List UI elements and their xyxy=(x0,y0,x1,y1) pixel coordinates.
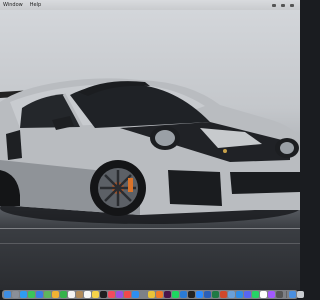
launchpad-icon[interactable] xyxy=(12,291,19,298)
status-icon[interactable] xyxy=(290,3,294,7)
facetime-icon[interactable] xyxy=(60,291,67,298)
menu-status-area xyxy=(272,3,294,7)
trash-icon[interactable] xyxy=(297,291,304,298)
chrome-icon[interactable] xyxy=(148,291,155,298)
word-icon[interactable] xyxy=(204,291,211,298)
powerpoint-icon[interactable] xyxy=(220,291,227,298)
calendar-icon[interactable] xyxy=(68,291,75,298)
finder-icon[interactable] xyxy=(4,291,11,298)
zoom-icon[interactable] xyxy=(196,291,203,298)
menu-bar: Window Help xyxy=(0,0,300,10)
figma-icon[interactable] xyxy=(268,291,275,298)
preview-icon[interactable] xyxy=(228,291,235,298)
mail-icon[interactable] xyxy=(36,291,43,298)
photos-icon[interactable] xyxy=(52,291,59,298)
slack-icon[interactable] xyxy=(164,291,171,298)
status-icon[interactable] xyxy=(272,3,276,7)
discord-icon[interactable] xyxy=(244,291,251,298)
desktop-wallpaper xyxy=(0,10,300,290)
dock-separator xyxy=(286,291,287,298)
terminal-icon[interactable] xyxy=(188,291,195,298)
sports-car-image xyxy=(0,78,300,224)
system-preferences-icon[interactable] xyxy=(140,291,147,298)
notes-icon[interactable] xyxy=(92,291,99,298)
podcasts-icon[interactable] xyxy=(116,291,123,298)
spotify-icon[interactable] xyxy=(172,291,179,298)
menu-item-window[interactable]: Window xyxy=(3,0,23,10)
news-icon[interactable] xyxy=(124,291,131,298)
dock xyxy=(2,290,304,299)
status-icon[interactable] xyxy=(281,3,285,7)
vscode-icon[interactable] xyxy=(180,291,187,298)
tv-icon[interactable] xyxy=(100,291,107,298)
downloads-icon[interactable] xyxy=(289,291,296,298)
excel-icon[interactable] xyxy=(212,291,219,298)
maps-icon[interactable] xyxy=(44,291,51,298)
safari-icon[interactable] xyxy=(20,291,27,298)
messages-icon[interactable] xyxy=(28,291,35,298)
menu-item-help[interactable]: Help xyxy=(30,0,41,10)
music-icon[interactable] xyxy=(108,291,115,298)
firefox-icon[interactable] xyxy=(156,291,163,298)
calculator-icon[interactable] xyxy=(276,291,283,298)
contacts-icon[interactable] xyxy=(76,291,83,298)
app-store-icon[interactable] xyxy=(132,291,139,298)
xcode-icon[interactable] xyxy=(236,291,243,298)
whatsapp-icon[interactable] xyxy=(252,291,259,298)
reminders-icon[interactable] xyxy=(84,291,91,298)
notion-icon[interactable] xyxy=(260,291,267,298)
